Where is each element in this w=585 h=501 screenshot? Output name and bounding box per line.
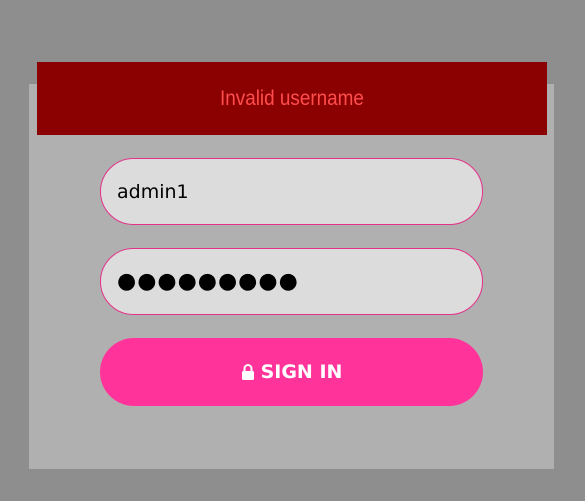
sign-in-button[interactable]: SIGN IN: [100, 338, 483, 406]
error-banner: Invalid username: [37, 62, 547, 135]
password-value: ●●●●●●●●●: [117, 269, 299, 294]
username-input[interactable]: admin1: [100, 158, 483, 225]
password-input[interactable]: ●●●●●●●●●: [100, 248, 483, 315]
sign-in-label: SIGN IN: [260, 361, 343, 383]
error-message: Invalid username: [220, 86, 364, 110]
lock-icon: [241, 364, 255, 380]
username-value: admin1: [117, 180, 189, 203]
